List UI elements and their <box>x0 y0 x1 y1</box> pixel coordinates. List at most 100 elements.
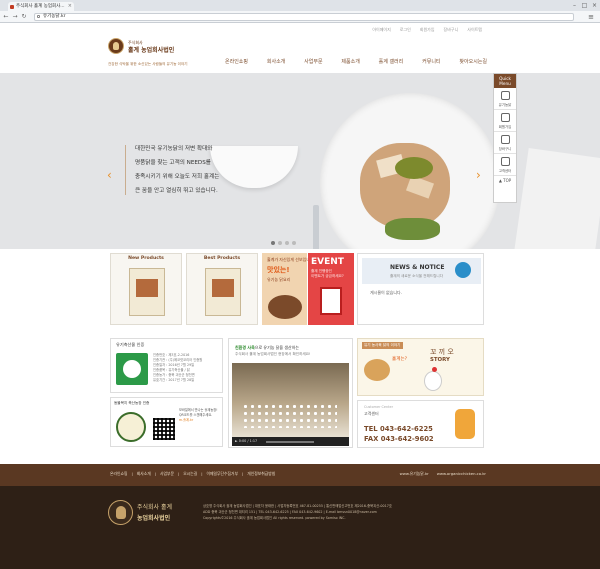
mobile-note: 모바일에서 만나는 홀계농장! QR코드를 스캔해주세요. m.홀계.kr <box>179 408 218 423</box>
maximize-icon[interactable]: □ <box>580 1 589 10</box>
video-caption-highlight: 친환경 사육 <box>235 345 255 350</box>
back-to-top-button[interactable]: ▲ TOP <box>494 176 516 186</box>
top-link-cart[interactable]: 장바구니 <box>444 27 459 33</box>
slide-dot[interactable] <box>285 241 289 245</box>
footer-sep: | <box>131 471 133 476</box>
slide-dot[interactable] <box>278 241 282 245</box>
forward-icon[interactable]: → <box>11 12 19 22</box>
footer-sep: | <box>178 471 180 476</box>
slide-prev-icon[interactable]: ‹ <box>107 168 112 182</box>
nav-gallery[interactable]: 홀계 갤러리 <box>379 58 404 65</box>
top-link-login[interactable]: 로그인 <box>400 27 411 33</box>
slide-dot[interactable] <box>271 241 275 245</box>
quick-item-organic[interactable]: 유기농닭 <box>494 88 516 110</box>
minimize-icon[interactable]: – <box>570 1 579 10</box>
footer-sep: | <box>242 471 244 476</box>
new-products-title: New Products <box>128 256 164 261</box>
news-subtitle: 홀계의 새로운 소식을 전해드립니다 <box>390 274 444 278</box>
footer-link[interactable]: 개인정보취급방침 <box>247 471 275 477</box>
quick-item-label: 회원가입 <box>498 125 512 129</box>
best-products-card[interactable]: Best Products <box>186 253 258 325</box>
main-nav: 온라인쇼핑 회사소개 사업부문 제품소개 홀계 갤러리 커뮤니티 찾아오시는길 <box>225 58 487 65</box>
nav-community[interactable]: 커뮤니티 <box>422 58 440 65</box>
nav-products[interactable]: 제품소개 <box>341 58 359 65</box>
cs-title: 고객센터 <box>364 411 379 416</box>
logo-title: 홀계 농업회사법인 <box>128 47 175 54</box>
video-progress[interactable] <box>266 441 314 443</box>
footer-info-line: Copyrights©2016 주식회사 홀계 농업회사법인 All right… <box>203 516 346 520</box>
hero-line: 큰 꿈을 안고 열심히 뛰고 있습니다. <box>135 188 218 194</box>
rooster-emblem-icon <box>108 38 124 54</box>
farm-video[interactable] <box>232 363 349 437</box>
slide-next-icon[interactable]: › <box>476 168 481 182</box>
recipe-promo-banner[interactable]: 홀계가 자신있게 선보입니다 맛있는! 유기농 닭요리 <box>262 253 314 325</box>
play-icon[interactable]: ► <box>235 439 238 443</box>
footer-link[interactable]: 오시는길 <box>183 471 197 477</box>
footer-company-info: 상호명 주식회사 홀계 농업회사법인 | 대표자 윤태한 | 사업자등록번호 4… <box>203 503 392 521</box>
slide-dot[interactable] <box>292 241 296 245</box>
event-title: EVENT <box>311 257 344 267</box>
top-link-join[interactable]: 회원가입 <box>420 27 435 33</box>
event-banner[interactable]: EVENT 홀계 진행중인 이벤트가 궁금하세요? <box>308 253 354 325</box>
url-field[interactable]: 유기농닭.kr <box>34 13 574 21</box>
top-link-sitemap[interactable]: 사이트맵 <box>467 27 482 33</box>
nav-company[interactable]: 회사소개 <box>267 58 285 65</box>
page-info-icon <box>37 15 40 18</box>
tab-close-icon[interactable]: × <box>68 2 72 11</box>
napkin-image <box>512 148 600 249</box>
video-caption-rest: 으로 유기농 닭을 생산하는 <box>254 345 300 350</box>
utility-nav: 아이페이지 로그인 회원가입 장바구니 사이트맵 <box>372 27 482 33</box>
hero-line: 충족시키기 위해 오늘도 저희 홀계는 <box>135 174 220 180</box>
nav-directions[interactable]: 찾아오시는길 <box>459 58 487 65</box>
url-text: 유기농닭.kr <box>43 14 66 19</box>
back-icon[interactable]: ← <box>2 12 10 22</box>
welfare-seal-icon <box>116 412 146 442</box>
footer-link[interactable]: 회사소개 <box>137 471 151 477</box>
welfare-cert-title: 동물복지 축산농장 인증 <box>114 401 150 405</box>
support-icon <box>501 157 510 166</box>
qr-code-icon[interactable] <box>153 418 175 440</box>
quick-item-join[interactable]: 회원가입 <box>494 110 516 132</box>
quick-item-cart[interactable]: 장바구니 <box>494 132 516 154</box>
cert-line: 유효기간 : 2017년 7월 28일 <box>153 378 195 382</box>
hero-divider <box>125 145 126 195</box>
dish-image <box>360 143 450 228</box>
footer-links: 온라인쇼핑 | 회사소개 | 사업부문 | 오시는길 | 이메일무단수집거부 | 개인정보… <box>110 471 275 477</box>
quick-item-label: 장바구니 <box>498 147 512 151</box>
slide-indicators <box>271 241 296 245</box>
hero-line: 명품닭을 찾는 고객의 NEEDS를 <box>135 160 211 166</box>
hero-line: 대한민국 유기농닭의 저변 확대와 <box>135 146 213 152</box>
nav-online-shop[interactable]: 온라인쇼핑 <box>225 58 248 65</box>
news-header[interactable]: NEWS & NOTICE 홀계의 새로운 소식을 전해드립니다 <box>362 258 481 284</box>
footer-sep: | <box>154 471 157 476</box>
video-controls: ► 0:00 / 1:17 <box>232 437 349 446</box>
new-products-card[interactable]: New Products <box>110 253 182 325</box>
cs-fax: FAX 043-642-9602 <box>364 435 434 443</box>
mobile-link[interactable]: m.홀계.kr <box>179 418 218 423</box>
best-products-title: Best Products <box>203 256 241 261</box>
greens-image <box>385 218 440 240</box>
site-logo[interactable]: 주식회사 홀계 농업회사법인 <box>108 38 174 60</box>
footer-site-link[interactable]: www.유기농닭.kr <box>400 471 429 477</box>
footer-link[interactable]: 온라인쇼핑 <box>110 471 127 477</box>
member-icon <box>501 113 510 122</box>
quick-item-support[interactable]: 고객센터 <box>494 154 516 176</box>
browser-menu-icon[interactable]: ≡ <box>588 12 594 22</box>
reload-icon[interactable]: ↻ <box>20 12 28 22</box>
browser-tab-bar: 주식회사 홀계 농업회사... × – □ × <box>0 0 600 11</box>
top-link-mypage[interactable]: 아이페이지 <box>372 27 390 33</box>
browser-tab[interactable]: 주식회사 홀계 농업회사... × <box>8 2 74 11</box>
story-name: 꼬 끼 오 <box>430 348 454 356</box>
nav-business[interactable]: 사업부문 <box>304 58 322 65</box>
window-close-icon[interactable]: × <box>590 1 599 10</box>
promo-headline: 맛있는! <box>267 266 290 274</box>
footer-site-link[interactable]: www.organicchicken.co.kr <box>437 471 486 477</box>
quick-menu-title: Quick Menu <box>494 74 516 88</box>
video-caption2: 주식회사 홀계 농업회사법인 현장에서 확인하세요! <box>235 352 311 356</box>
story-en: STORY <box>430 357 450 363</box>
footer-link[interactable]: 사업부문 <box>160 471 174 477</box>
gift-box-icon <box>320 287 342 315</box>
story-banner[interactable]: 유기 농사육 닭의 이야기 홀계는? 꼬 끼 오 STORY <box>357 338 484 396</box>
footer-link[interactable]: 이메일무단수집거부 <box>207 471 238 477</box>
address-bar: ← → ↻ 유기농닭.kr ≡ <box>0 11 600 23</box>
